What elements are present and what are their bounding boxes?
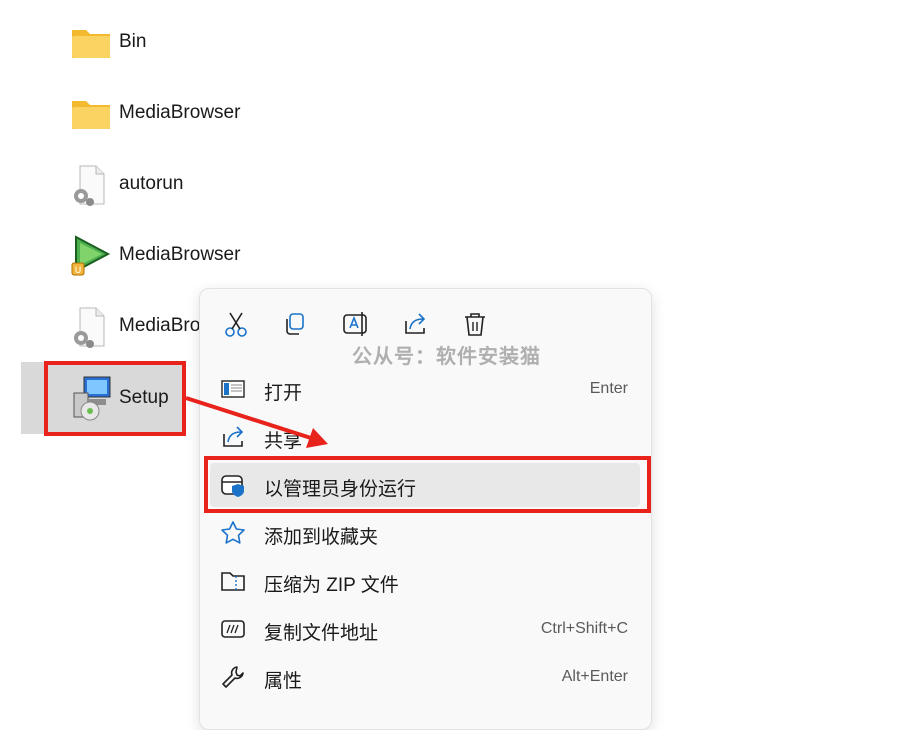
menu-item-properties[interactable]: 属性 Alt+Enter <box>210 655 640 699</box>
rename-icon[interactable] <box>338 307 372 341</box>
star-icon <box>220 520 246 546</box>
menu-item-copy-path[interactable]: 复制文件地址 Ctrl+Shift+C <box>210 607 640 651</box>
wrench-icon <box>220 664 246 690</box>
share-icon <box>220 424 246 450</box>
copy-icon[interactable] <box>278 307 312 341</box>
folder-icon <box>68 91 114 137</box>
menu-item-open[interactable]: 打开 Enter <box>210 367 640 411</box>
menu-item-share[interactable]: 共享 <box>210 415 640 459</box>
file-item-bin[interactable]: Bin <box>66 12 326 72</box>
highlight-box-run-as-admin <box>204 456 651 513</box>
play-app-icon: U <box>68 233 114 279</box>
settings-file-icon <box>68 304 114 350</box>
watermark: 公从号：软件安装猫 <box>352 346 541 368</box>
zip-folder-icon <box>220 568 246 594</box>
delete-icon[interactable] <box>458 307 492 341</box>
folder-icon <box>68 20 114 66</box>
copy-path-icon <box>220 616 246 642</box>
settings-file-icon <box>68 162 114 208</box>
file-name: MediaBro <box>119 315 201 336</box>
open-icon <box>220 376 246 402</box>
file-name: MediaBrowser <box>119 102 241 123</box>
file-item-mediabrowser-app[interactable]: U MediaBrowser <box>66 225 326 285</box>
file-item-mediabrowser-folder[interactable]: MediaBrowser <box>66 83 326 143</box>
file-item-autorun[interactable]: autorun <box>66 154 326 214</box>
file-name: autorun <box>119 173 184 194</box>
svg-text:U: U <box>75 266 82 276</box>
share-icon[interactable] <box>398 307 432 341</box>
menu-item-compress-zip[interactable]: 压缩为 ZIP 文件 <box>210 559 640 603</box>
highlight-box-setup <box>44 361 186 436</box>
file-name: MediaBrowser <box>119 244 241 265</box>
cut-icon[interactable] <box>219 307 253 341</box>
menu-item-add-to-favorites[interactable]: 添加到收藏夹 <box>210 511 640 555</box>
file-name: Bin <box>119 31 147 52</box>
